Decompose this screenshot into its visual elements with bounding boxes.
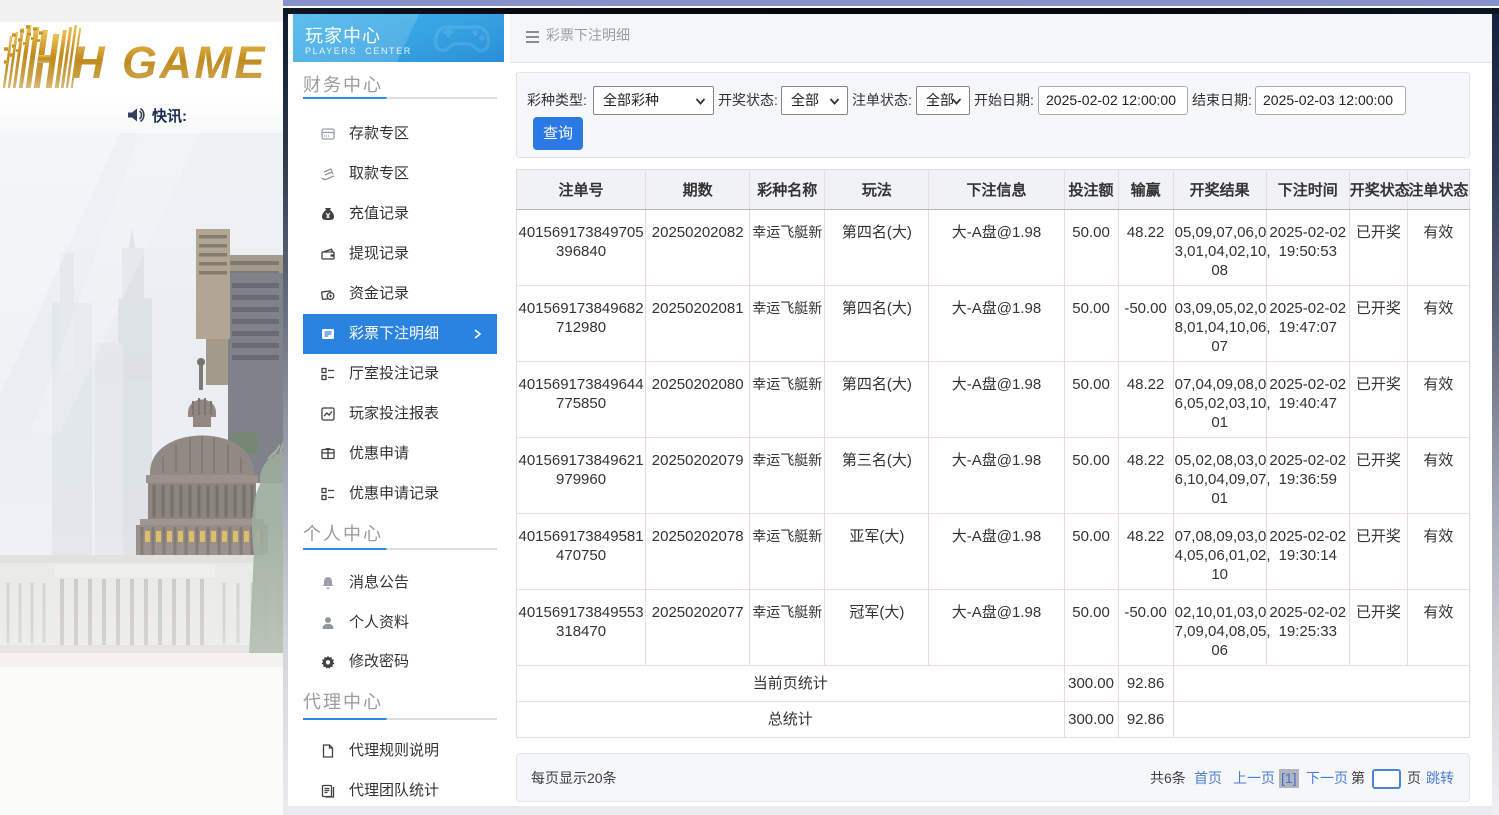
svg-text:H GAME: H GAME: [72, 37, 267, 88]
